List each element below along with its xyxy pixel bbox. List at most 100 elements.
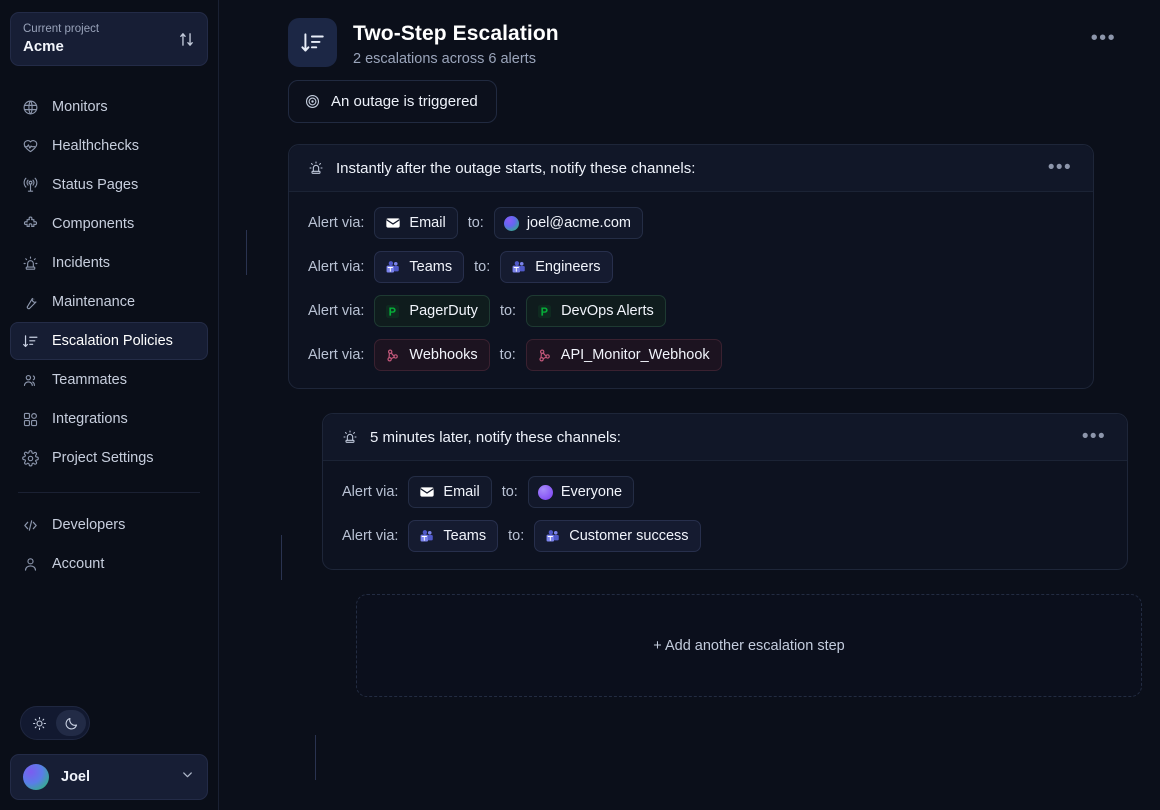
sidebar-item-account[interactable]: Account bbox=[10, 545, 208, 583]
sidebar-item-label: Components bbox=[52, 216, 135, 232]
target-chip-label: Engineers bbox=[535, 259, 601, 275]
add-escalation-step-button[interactable]: + Add another escalation step bbox=[356, 594, 1142, 697]
sidebar-item-developers[interactable]: Developers bbox=[10, 506, 208, 544]
person-icon bbox=[21, 555, 39, 573]
target-chip-email[interactable]: joel@acme.com bbox=[493, 207, 643, 239]
sidebar-item-project-settings[interactable]: Project Settings bbox=[10, 439, 208, 477]
step-menu-button[interactable]: ••• bbox=[1043, 158, 1077, 177]
channel-chip-label: Teams bbox=[409, 259, 453, 275]
sidebar-item-healthchecks[interactable]: Healthchecks bbox=[10, 127, 208, 165]
sidebar-item-monitors[interactable]: Monitors bbox=[10, 88, 208, 126]
channel-chip-email[interactable]: Email bbox=[374, 207, 458, 239]
target-chip-label: API_Monitor_Webhook bbox=[560, 347, 710, 363]
project-switcher[interactable]: Current project Acme bbox=[10, 12, 208, 66]
switch-vertical-icon[interactable] bbox=[178, 31, 195, 48]
rule-row: Alert via: Email to: Everyone bbox=[342, 476, 1108, 508]
rule-to-label: to: bbox=[501, 484, 518, 500]
step-card: 5 minutes later, notify these channels: … bbox=[322, 413, 1128, 570]
channel-chip-label: Email bbox=[409, 215, 446, 231]
sidebar-item-teammates[interactable]: Teammates bbox=[10, 361, 208, 399]
step-menu-button[interactable]: ••• bbox=[1077, 427, 1111, 446]
step-header: 5 minutes later, notify these channels: … bbox=[323, 414, 1127, 461]
target-chip-everyone[interactable]: Everyone bbox=[527, 476, 635, 508]
sidebar-item-escalation-policies[interactable]: Escalation Policies bbox=[10, 322, 208, 360]
moon-icon[interactable] bbox=[56, 710, 86, 736]
microsoft-teams-icon bbox=[418, 528, 435, 545]
channel-chip-webhooks[interactable]: Webhooks bbox=[374, 339, 490, 371]
wrench-icon bbox=[21, 293, 39, 311]
page-menu-button[interactable]: ••• bbox=[1085, 27, 1122, 49]
code-brackets-icon bbox=[21, 516, 39, 534]
microsoft-teams-icon bbox=[384, 259, 401, 276]
rule-row: Alert via: Teams to: bbox=[308, 251, 1074, 283]
channel-chip-teams[interactable]: Teams bbox=[374, 251, 465, 283]
sidebar-item-incidents[interactable]: Incidents bbox=[10, 244, 208, 282]
escalation-step-1: Instantly after the outage starts, notif… bbox=[288, 144, 1142, 389]
sidebar-item-label: Incidents bbox=[52, 255, 111, 271]
sidebar-item-label: Integrations bbox=[52, 411, 128, 427]
purple-avatar-icon bbox=[537, 484, 553, 500]
users-icon bbox=[21, 371, 39, 389]
sidebar-item-label: Maintenance bbox=[52, 294, 136, 310]
sidebar-item-label: Developers bbox=[52, 517, 126, 533]
page-header: Two-Step Escalation 2 escalations across… bbox=[219, 0, 1142, 80]
theme-toggle[interactable] bbox=[20, 706, 90, 740]
sun-icon[interactable] bbox=[24, 710, 54, 736]
channel-chip-teams[interactable]: Teams bbox=[408, 520, 499, 552]
target-chip-teams[interactable]: Engineers bbox=[500, 251, 613, 283]
broadcast-icon bbox=[21, 176, 39, 194]
siren-icon bbox=[342, 429, 359, 445]
target-chip-label: Customer success bbox=[569, 528, 689, 544]
grid-plus-icon bbox=[21, 410, 39, 428]
microsoft-teams-icon bbox=[544, 528, 561, 545]
webhook-icon bbox=[536, 347, 553, 364]
target-chip-webhooks[interactable]: API_Monitor_Webhook bbox=[525, 339, 722, 371]
pagerduty-icon bbox=[536, 303, 553, 320]
rule-via-label: Alert via: bbox=[308, 215, 365, 231]
app-root: Current project Acme Monitors Healthchec… bbox=[0, 0, 1160, 810]
sidebar-item-integrations[interactable]: Integrations bbox=[10, 400, 208, 438]
sort-descending-icon bbox=[288, 18, 337, 67]
rule-to-label: to: bbox=[499, 347, 516, 363]
sidebar-item-maintenance[interactable]: Maintenance bbox=[10, 283, 208, 321]
puzzle-icon bbox=[21, 215, 39, 233]
project-switcher-label: Current project bbox=[23, 23, 100, 35]
escalation-flow: An outage is triggered Instantly after t… bbox=[219, 80, 1142, 780]
target-chip-label: DevOps Alerts bbox=[561, 303, 654, 319]
step-body: Alert via: Email to: Everyone Alert via:… bbox=[323, 461, 1127, 569]
sidebar-item-label: Healthchecks bbox=[52, 138, 140, 154]
target-chip-label: Everyone bbox=[560, 484, 623, 500]
sidebar: Current project Acme Monitors Healthchec… bbox=[0, 0, 219, 810]
trigger-card[interactable]: An outage is triggered bbox=[288, 80, 497, 123]
chevron-down-icon[interactable] bbox=[180, 767, 195, 787]
rule-via-label: Alert via: bbox=[342, 484, 399, 500]
envelope-icon bbox=[384, 215, 401, 232]
connector-step1-step2 bbox=[281, 535, 282, 580]
target-chip-teams[interactable]: Customer success bbox=[534, 520, 701, 552]
channel-chip-pagerduty[interactable]: PagerDuty bbox=[374, 295, 490, 327]
rule-row: Alert via: Teams to: bbox=[342, 520, 1108, 552]
channel-chip-label: Email bbox=[443, 484, 480, 500]
rule-via-label: Alert via: bbox=[308, 259, 365, 275]
connector-step2-add bbox=[315, 735, 316, 780]
monitor-globe-icon bbox=[21, 98, 39, 116]
sidebar-item-label: Teammates bbox=[52, 372, 127, 388]
sidebar-item-components[interactable]: Components bbox=[10, 205, 208, 243]
channel-chip-email[interactable]: Email bbox=[408, 476, 492, 508]
siren-icon bbox=[308, 160, 325, 176]
trigger-label: An outage is triggered bbox=[331, 93, 478, 110]
rule-via-label: Alert via: bbox=[342, 528, 399, 544]
target-chip-pagerduty[interactable]: DevOps Alerts bbox=[526, 295, 666, 327]
sidebar-item-status-pages[interactable]: Status Pages bbox=[10, 166, 208, 204]
page-header-text: Two-Step Escalation 2 escalations across… bbox=[353, 18, 1069, 70]
sidebar-divider bbox=[18, 492, 200, 493]
siren-icon bbox=[21, 254, 39, 272]
project-switcher-name: Acme bbox=[23, 38, 64, 55]
rule-to-label: to: bbox=[467, 215, 484, 231]
sort-descending-icon bbox=[21, 332, 39, 350]
rule-via-label: Alert via: bbox=[308, 303, 365, 319]
user-menu[interactable]: Joel bbox=[10, 754, 208, 800]
page-title: Two-Step Escalation bbox=[353, 22, 559, 45]
rule-via-label: Alert via: bbox=[308, 347, 365, 363]
